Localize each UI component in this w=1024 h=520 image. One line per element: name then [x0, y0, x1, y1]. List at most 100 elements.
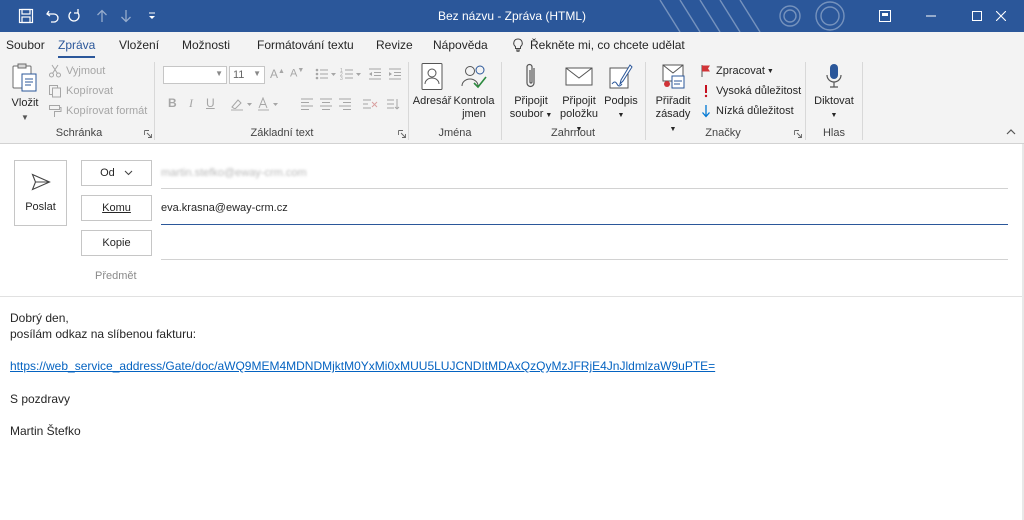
shrink-font-button[interactable]: A▼ — [290, 67, 304, 80]
cc-button[interactable]: Kopie — [81, 230, 152, 256]
clipboard-launcher-icon[interactable] — [144, 130, 152, 138]
font-color-button[interactable] — [257, 97, 281, 111]
paragraph-settings-button[interactable] — [386, 97, 402, 111]
signature-icon — [609, 64, 633, 89]
decrease-indent-icon — [369, 68, 381, 80]
align-right-button[interactable] — [338, 97, 352, 111]
collapse-ribbon-button[interactable] — [1006, 128, 1016, 136]
group-separator — [408, 62, 409, 140]
lightbulb-icon — [513, 38, 523, 52]
tell-me-search[interactable]: Řekněte mi, co chcete udělat — [512, 32, 685, 58]
title-bar: Bez názvu - Zpráva (HTML) — [0, 0, 1024, 32]
body-intro: posílám odkaz na slíbenou fakturu: — [10, 327, 197, 341]
font-name-combo[interactable]: ▼ — [163, 66, 227, 84]
microphone-icon — [826, 64, 842, 88]
customize-toolbar-icon[interactable] — [142, 0, 162, 32]
from-button[interactable]: Od — [81, 160, 152, 186]
align-left-button[interactable] — [300, 97, 314, 111]
bold-button[interactable]: B — [168, 96, 177, 110]
underline-button[interactable]: U — [206, 96, 215, 110]
bullet-list-icon — [315, 68, 336, 80]
tab-file[interactable]: Soubor — [6, 32, 45, 58]
from-field-line — [161, 188, 1008, 189]
highlight-button[interactable] — [230, 97, 254, 111]
group-label-clipboard: Schránka — [55, 127, 103, 139]
paste-button[interactable]: Vložit ▼ — [8, 62, 42, 124]
group-label-basic-text: Základní text — [250, 127, 314, 139]
group-separator — [862, 62, 863, 140]
align-center-button[interactable] — [319, 97, 333, 111]
tab-format-text[interactable]: Formátování textu — [257, 32, 354, 58]
to-button[interactable]: Komu — [81, 195, 152, 221]
check-names-label-2: jmen — [462, 108, 486, 120]
dictate-dropdown-icon[interactable]: ▼ — [831, 112, 838, 119]
tab-options[interactable]: Možnosti — [182, 32, 230, 58]
high-importance-button[interactable]: Vysoká důležitost — [700, 84, 801, 98]
paste-dropdown-icon[interactable]: ▼ — [8, 111, 42, 124]
assign-policy-label-1: Přiřadit — [655, 95, 691, 107]
title-pattern-decoration — [640, 0, 860, 32]
font-size-combo[interactable]: 11 ▼ — [229, 66, 265, 84]
copy-button[interactable]: Kopírovat — [48, 84, 113, 98]
tab-review[interactable]: Revize — [376, 32, 413, 58]
ribbon-display-options-button[interactable] — [862, 0, 908, 32]
grow-font-button[interactable]: A▲ — [270, 67, 285, 81]
send-button[interactable]: Poslat — [14, 160, 67, 226]
format-painter-label: Kopírovat formát — [66, 105, 148, 117]
arrow-down-icon[interactable] — [116, 0, 136, 32]
cc-field-line[interactable] — [161, 259, 1008, 260]
decrease-indent-button[interactable] — [368, 67, 382, 81]
attach-item-button[interactable]: Připojit položku ▼ — [556, 62, 602, 136]
high-importance-label: Vysoká důležitost — [716, 85, 802, 97]
from-value: martin.stefko@eway-crm.com — [161, 167, 307, 179]
flag-icon — [701, 65, 710, 77]
from-label: Od — [100, 167, 115, 179]
assign-policy-button[interactable]: Přiřadit zásady ▼ — [652, 62, 694, 136]
format-painter-button[interactable]: Kopírovat formát — [48, 104, 147, 118]
close-button[interactable] — [978, 0, 1024, 32]
basic-text-launcher-icon[interactable] — [398, 130, 406, 138]
group-separator — [154, 62, 155, 140]
to-field-line — [161, 224, 1008, 225]
message-body[interactable]: Dobrý den, posílám odkaz na slíbenou fak… — [10, 310, 1010, 439]
attach-file-button[interactable]: Připojit soubor ▼ — [508, 62, 554, 122]
cut-button[interactable]: Vyjmout — [48, 64, 105, 78]
undo-icon[interactable] — [42, 0, 64, 32]
group-label-voice: Hlas — [822, 127, 845, 139]
italic-button[interactable]: I — [189, 96, 193, 111]
follow-up-button[interactable]: Zpracovat ▼ — [700, 64, 774, 78]
low-importance-button[interactable]: Nízká důležitost — [700, 104, 794, 118]
to-field[interactable]: eva.krasna@eway-crm.cz — [161, 202, 288, 214]
arrow-down-low-icon — [702, 105, 710, 118]
tags-launcher-icon[interactable] — [794, 130, 802, 138]
arrow-up-icon[interactable] — [92, 0, 112, 32]
signature-dropdown-icon[interactable]: ▼ — [618, 112, 625, 119]
tab-message[interactable]: Zpráva — [58, 32, 96, 58]
signature-label: Podpis — [604, 95, 638, 107]
increase-indent-icon — [389, 68, 401, 80]
increase-indent-button[interactable] — [388, 67, 402, 81]
minimize-button[interactable] — [908, 0, 954, 32]
cut-label: Vyjmout — [66, 65, 106, 77]
redo-icon[interactable] — [66, 0, 84, 32]
ribbon-display-icon — [879, 10, 891, 22]
clear-formatting-button[interactable] — [362, 97, 378, 111]
address-book-button[interactable]: Adresář — [412, 62, 452, 108]
tab-help[interactable]: Nápověda — [433, 32, 488, 58]
tab-insert[interactable]: Vložení — [119, 32, 159, 58]
paperclip-icon — [526, 63, 535, 88]
invoice-link[interactable]: https://web_service_address/Gate/doc/aWQ… — [10, 358, 1010, 374]
attach-file-label-2: soubor — [509, 108, 544, 120]
dictate-label: Diktovat — [814, 95, 854, 107]
numbered-list-icon: 123 — [340, 68, 361, 81]
signature-button[interactable]: Podpis ▼ — [603, 62, 639, 122]
save-icon[interactable] — [14, 0, 38, 32]
check-names-button[interactable]: Kontrola jmen — [452, 62, 496, 121]
bullets-button[interactable] — [315, 67, 337, 81]
check-names-label-1: Kontrola — [453, 95, 495, 107]
clear-formatting-icon — [363, 99, 378, 109]
tell-me-text: Řekněte mi, co chcete udělat — [530, 38, 685, 52]
numbering-button[interactable]: 123 — [340, 67, 362, 81]
dictate-button[interactable]: Diktovat ▼ — [811, 62, 857, 122]
align-center-icon — [320, 98, 332, 110]
